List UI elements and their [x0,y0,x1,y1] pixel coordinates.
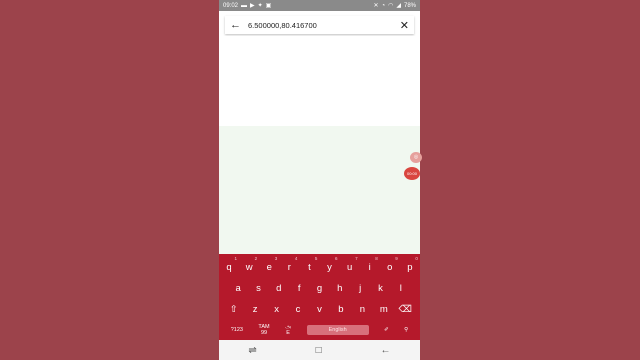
key-h[interactable]: h [331,283,349,294]
alarm-icon: ◔ [381,2,386,9]
symbols-key[interactable]: ?123 [231,327,243,333]
close-icon[interactable]: ✕ [400,19,409,32]
key-v[interactable]: v [310,304,328,315]
key-n[interactable]: n [353,304,371,315]
recents-icon[interactable]: ⇌ [248,345,256,356]
back-arrow-icon[interactable]: ← [230,19,244,31]
back-icon[interactable]: ← [381,345,391,356]
phone-screen: 09:02 ▬ ▶ ✦ ▣ ✕ ◔ ◠ ◢ 78% ← ✕ q1 w2 e3 r… [219,0,420,360]
key-d[interactable]: d [270,283,288,294]
language-key-bottom: 99 [260,330,268,336]
status-left: 09:02 ▬ ▶ ✦ ▣ [223,2,272,10]
keyboard-row-1: q1 w2 e3 r4 t5 y6 u7 i8 o9 p0 [219,256,420,276]
keyboard-row-3: ⇧ z x c v b n m ⌫ [219,301,420,317]
key-i[interactable]: i8 [361,256,379,273]
keyboard-row-2: a s d f g h j k l [219,280,420,296]
key-j[interactable]: j [351,283,369,294]
battery-level: 78% [403,2,416,9]
shift-icon[interactable]: ⇧ [225,304,243,315]
keyboard: q1 w2 e3 r4 t5 y6 u7 i8 o9 p0 a s d f g … [219,254,420,340]
key-g[interactable]: g [310,283,328,294]
key-s[interactable]: s [249,283,267,294]
map-area[interactable] [219,126,420,254]
key-k[interactable]: k [371,283,389,294]
youtube-icon: ▶ [250,3,255,9]
tamil-key[interactable]: அ E [285,324,291,336]
key-w[interactable]: w2 [240,256,258,273]
signal-icon: ◢ [396,3,401,9]
mute-icon: ✕ [373,3,379,9]
results-area [219,36,420,126]
key-f[interactable]: f [290,283,308,294]
search-input[interactable] [244,20,400,30]
key-c[interactable]: c [289,304,307,315]
key-q[interactable]: q1 [220,256,238,273]
backspace-icon[interactable]: ⌫ [396,304,414,315]
tamil-key-bottom: E [286,330,290,336]
status-right: ✕ ◔ ◠ ◢ 78% [373,2,416,10]
key-z[interactable]: z [246,304,264,315]
key-b[interactable]: b [332,304,350,315]
keyboard-row-4: ?123 TAM 99 அ E English ✐ ⚲ [219,321,420,339]
navigation-bar: ⇌ □ ← [219,340,420,360]
key-l[interactable]: l [392,283,410,294]
wifi-icon: ◠ [388,3,394,9]
message-icon: ▬ [241,2,248,9]
status-time: 09:02 [223,2,239,9]
search-icon[interactable]: ⚲ [404,327,408,333]
swipe-icon[interactable]: ✐ [384,327,389,333]
key-a[interactable]: a [229,283,247,294]
key-u[interactable]: u7 [341,256,359,273]
language-key[interactable]: TAM 99 [258,324,269,336]
key-r[interactable]: r4 [280,256,298,273]
key-t[interactable]: t5 [300,256,318,273]
key-p[interactable]: p0 [401,256,419,273]
key-x[interactable]: x [268,304,286,315]
floating-bubble[interactable]: ◎ [410,152,422,163]
key-y[interactable]: y6 [321,256,339,273]
floating-timer-bubble[interactable]: 00:00 [404,167,420,180]
space-bar[interactable]: English [306,325,369,335]
status-bar: 09:02 ▬ ▶ ✦ ▣ ✕ ◔ ◠ ◢ 78% [219,0,420,11]
key-e[interactable]: e3 [260,256,278,273]
key-o[interactable]: o9 [381,256,399,273]
home-icon[interactable]: □ [316,345,322,356]
key-m[interactable]: m [375,304,393,315]
twitter-icon: ✦ [257,3,263,9]
search-bar: ← ✕ [225,16,414,34]
gallery-icon: ▣ [265,3,272,9]
